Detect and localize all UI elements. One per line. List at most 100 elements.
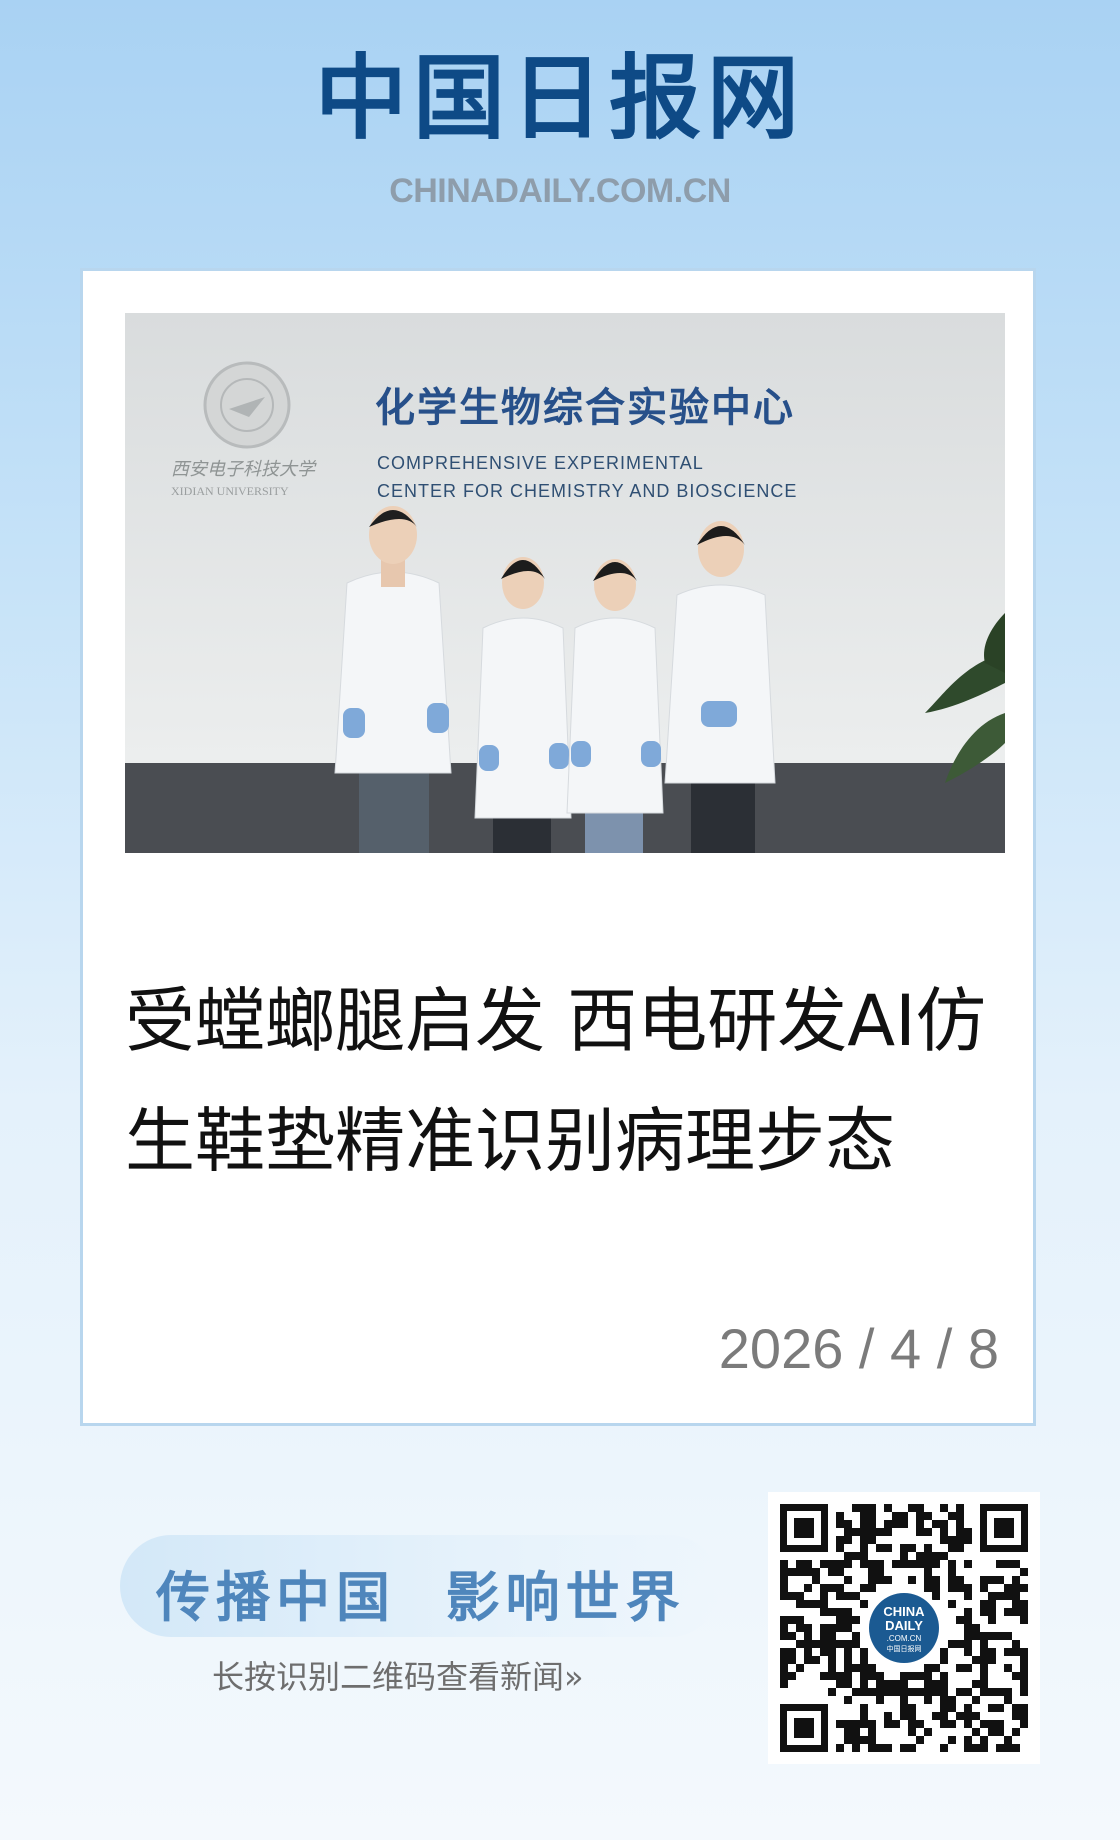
qr-code-icon[interactable]: CHINA DAILY .COM.CN 中国日报网: [768, 1492, 1040, 1764]
qr-module: [940, 1504, 948, 1512]
qr-module: [868, 1728, 876, 1736]
qr-module: [924, 1512, 932, 1520]
qr-module: [964, 1624, 972, 1632]
qr-module: [836, 1584, 844, 1592]
qr-module: [836, 1640, 844, 1648]
news-headline[interactable]: 受螳螂腿启发 西电研发AI仿生鞋垫精准识别病理步态: [125, 961, 1005, 1201]
qr-module: [996, 1592, 1004, 1600]
qr-module: [804, 1600, 812, 1608]
qr-module: [948, 1720, 956, 1728]
qr-module: [860, 1664, 868, 1672]
qr-module: [868, 1736, 876, 1744]
qr-finder-pattern: [780, 1704, 828, 1752]
qr-module: [820, 1608, 828, 1616]
qr-module: [964, 1744, 972, 1752]
qr-module: [1004, 1736, 1012, 1744]
lab-sign-title: 化学生物综合实验中心: [375, 385, 795, 431]
qr-module: [860, 1656, 868, 1664]
qr-module: [908, 1728, 916, 1736]
qr-module: [1004, 1592, 1012, 1600]
qr-module: [988, 1592, 996, 1600]
qr-module: [820, 1560, 828, 1568]
qr-module: [996, 1744, 1004, 1752]
qr-module: [980, 1600, 988, 1608]
qr-module: [956, 1664, 964, 1672]
qr-finder-pattern: [980, 1504, 1028, 1552]
qr-module: [852, 1688, 860, 1696]
qr-module: [964, 1592, 972, 1600]
qr-module: [780, 1680, 788, 1688]
qr-module: [836, 1672, 844, 1680]
qr-module: [980, 1688, 988, 1696]
qr-module: [916, 1672, 924, 1680]
qr-module: [932, 1520, 940, 1528]
qr-module: [828, 1656, 836, 1664]
news-card[interactable]: 西安电子科技大学 XIDIAN UNIVERSITY 化学生物综合实验中心 CO…: [80, 268, 1036, 1426]
university-seal-icon: [203, 361, 291, 449]
qr-module: [820, 1584, 828, 1592]
qr-module: [860, 1560, 868, 1568]
qr-module: [860, 1600, 868, 1608]
qr-module: [964, 1616, 972, 1624]
qr-module: [900, 1512, 908, 1520]
qr-module: [964, 1560, 972, 1568]
qr-module: [820, 1624, 828, 1632]
qr-module: [852, 1552, 860, 1560]
qr-module: [828, 1648, 836, 1656]
qr-module: [956, 1640, 964, 1648]
qr-module: [780, 1656, 788, 1664]
qr-module: [988, 1616, 996, 1624]
qr-module: [812, 1576, 820, 1584]
qr-module: [900, 1744, 908, 1752]
qr-module: [940, 1696, 948, 1704]
qr-module: [924, 1672, 932, 1680]
qr-module: [948, 1568, 956, 1576]
qr-module: [780, 1584, 788, 1592]
qr-module: [836, 1624, 844, 1632]
university-name-cn: 西安电子科技大学: [171, 459, 317, 480]
qr-module: [940, 1688, 948, 1696]
qr-module: [804, 1568, 812, 1576]
qr-module: [972, 1696, 980, 1704]
qr-module: [844, 1680, 852, 1688]
qr-module: [964, 1528, 972, 1536]
qr-module: [812, 1600, 820, 1608]
qr-module: [836, 1608, 844, 1616]
qr-code[interactable]: CHINA DAILY .COM.CN 中国日报网: [768, 1492, 1040, 1764]
qr-module: [980, 1680, 988, 1688]
qr-module: [908, 1544, 916, 1552]
qr-module: [988, 1576, 996, 1584]
qr-module: [788, 1656, 796, 1664]
qr-module: [956, 1504, 964, 1512]
qr-module: [924, 1696, 932, 1704]
qr-module: [868, 1512, 876, 1520]
qr-badge-line2: DAILY: [885, 1618, 923, 1633]
qr-module: [924, 1584, 932, 1592]
qr-module: [820, 1600, 828, 1608]
qr-module: [860, 1688, 868, 1696]
qr-module: [1012, 1728, 1020, 1736]
qr-module: [828, 1664, 836, 1672]
qr-module: [804, 1632, 812, 1640]
qr-module: [956, 1544, 964, 1552]
qr-module: [844, 1608, 852, 1616]
qr-module: [796, 1560, 804, 1568]
qr-module: [924, 1544, 932, 1552]
qr-module: [980, 1576, 988, 1584]
qr-module: [1012, 1608, 1020, 1616]
qr-module: [932, 1592, 940, 1600]
qr-module: [948, 1640, 956, 1648]
qr-module: [972, 1624, 980, 1632]
qr-module: [916, 1688, 924, 1696]
qr-module: [916, 1736, 924, 1744]
qr-module: [804, 1560, 812, 1568]
qr-module: [924, 1664, 932, 1672]
qr-module: [860, 1648, 868, 1656]
qr-module: [860, 1672, 868, 1680]
qr-module: [892, 1512, 900, 1520]
qr-module: [796, 1640, 804, 1648]
qr-module: [1004, 1608, 1012, 1616]
qr-module: [876, 1568, 884, 1576]
qr-module: [892, 1688, 900, 1696]
qr-module: [844, 1656, 852, 1664]
